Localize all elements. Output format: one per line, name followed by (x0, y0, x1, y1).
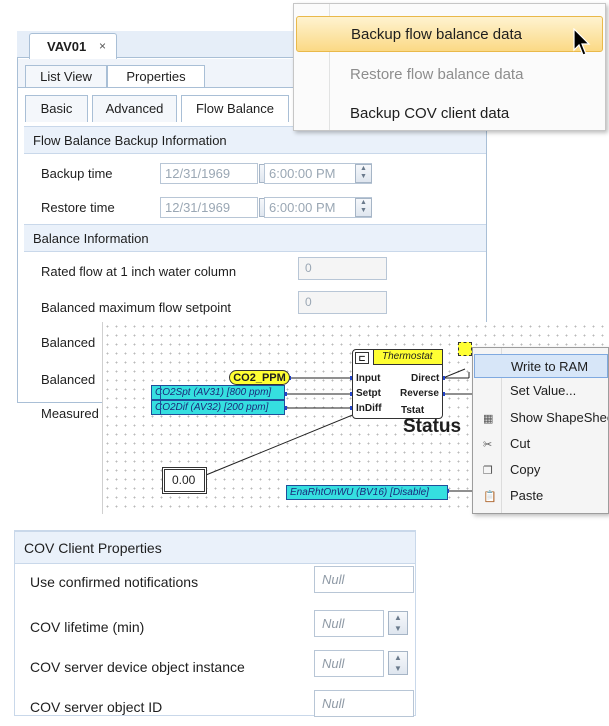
backup-time-value: 6:00:00 PM (269, 166, 336, 181)
time-spinner-icon[interactable]: ▲ ▼ (355, 198, 372, 217)
document-tab-label: VAV01 (47, 39, 87, 54)
cov-object-id-field[interactable]: Null (314, 690, 414, 717)
confirmed-notifications-label: Use confirmed notifications (30, 574, 199, 590)
backup-date-field[interactable]: 12/31/1969 (160, 163, 258, 184)
restore-date-value: 12/31/1969 (165, 200, 231, 215)
cov-lifetime-field[interactable]: Null (314, 610, 384, 637)
close-icon[interactable]: × (99, 39, 106, 53)
shape-context-menu: Write to RAM Set Value... ▦ Show ShapeSh… (472, 347, 609, 514)
restore-date-field[interactable]: 12/31/1969 (160, 197, 258, 218)
tab-flow-balance[interactable]: Flow Balance (181, 95, 289, 122)
rated-flow-label: Rated flow at 1 inch water column (41, 264, 237, 279)
restore-time-label: Restore time (41, 200, 115, 215)
port-indiff-label: InDiff (356, 403, 382, 414)
balanced-label-2: Balanced (41, 372, 96, 387)
menu-item-label: Cut (510, 436, 531, 451)
shapesheet-icon: ▦ (483, 413, 494, 425)
menu-item-backup-cov-client[interactable]: Backup COV client data (296, 96, 603, 132)
balanced-max-flow-field[interactable]: 0 (298, 291, 387, 314)
cov-device-instance-field[interactable]: Null (314, 650, 384, 677)
value-display-box[interactable]: 0.00 (162, 467, 207, 494)
menu-item-write-to-ram[interactable]: Write to RAM (474, 354, 608, 378)
balanced-label-1: Balanced (41, 335, 96, 350)
tab-properties[interactable]: Properties (107, 65, 205, 88)
rated-flow-field[interactable]: 0 (298, 257, 387, 280)
port-direct-label: Direct (411, 373, 440, 384)
thermostat-name-label: Tstat (401, 405, 425, 416)
mouse-cursor-icon (573, 28, 591, 56)
menu-item-copy[interactable]: ❐ Copy (474, 458, 608, 482)
menu-item-label: Paste (510, 488, 544, 503)
port-setpt-label: Setpt (356, 388, 381, 399)
cov-device-instance-label: COV server device object instance (30, 659, 245, 675)
menu-item-set-value[interactable]: Set Value... (474, 379, 608, 403)
tab-basic[interactable]: Basic (25, 95, 88, 122)
cov-device-instance-spinner-icon[interactable]: ▲ ▼ (388, 651, 408, 675)
backup-date-value: 12/31/1969 (165, 166, 231, 181)
backup-time-label: Backup time (41, 166, 113, 181)
co2-setpoint-block[interactable]: CO2Spt (AV31) [800 ppm] (151, 385, 285, 400)
tab-list-view[interactable]: List View (25, 65, 107, 87)
menu-item-restore-flow-balance[interactable]: Restore flow balance data (296, 57, 603, 93)
selected-shape-handle[interactable] (458, 342, 472, 356)
thermostat-title: Thermostat (373, 349, 443, 365)
cov-object-id-label: COV server object ID (30, 699, 163, 715)
scissors-icon: ✂ (483, 439, 493, 451)
flow-balance-context-menu: Backup flow balance data Restore flow ba… (293, 3, 606, 131)
copy-icon: ❐ (483, 465, 493, 477)
section-header-balance: Balance Information (24, 224, 486, 252)
cyan-block-divider (151, 385, 161, 415)
menu-item-label: Copy (510, 462, 541, 477)
port-reverse-label: Reverse (400, 388, 439, 399)
restore-time-value: 6:00:00 PM (269, 200, 336, 215)
status-label: Status (403, 416, 462, 437)
time-spinner-icon[interactable]: ▲ ▼ (355, 164, 372, 183)
thermostat-symbol-icon: ⊏ (355, 352, 369, 364)
section-header-cov: COV Client Properties (15, 531, 415, 564)
co2-ppm-input-block[interactable]: CO2_PPM (229, 370, 290, 385)
cov-lifetime-spinner-icon[interactable]: ▲ ▼ (388, 611, 408, 635)
menu-item-paste[interactable]: 📋 Paste (474, 484, 608, 508)
cov-lifetime-label: COV lifetime (min) (30, 619, 145, 635)
menu-item-cut[interactable]: ✂ Cut (474, 432, 608, 456)
measured-label: Measured (41, 406, 99, 421)
enable-reheat-block[interactable]: EnaRhtOnWU (BV16) [Disable] (286, 485, 448, 500)
confirmed-notifications-field[interactable]: Null (314, 566, 414, 593)
menu-item-label: Show ShapeSheet (510, 410, 608, 425)
menu-item-show-shapesheet[interactable]: ▦ Show ShapeSheet (474, 406, 608, 430)
paste-icon: 📋 (483, 491, 497, 503)
document-tab-vav01[interactable]: VAV01 × (29, 33, 117, 59)
tab-advanced[interactable]: Advanced (92, 95, 177, 122)
port-input-label: Input (356, 373, 381, 384)
menu-item-backup-flow-balance[interactable]: Backup flow balance data (296, 16, 603, 52)
co2-differential-block[interactable]: CO2Dif (AV32) [200 ppm] (151, 400, 285, 415)
balanced-max-flow-label: Balanced maximum flow setpoint (41, 300, 232, 315)
